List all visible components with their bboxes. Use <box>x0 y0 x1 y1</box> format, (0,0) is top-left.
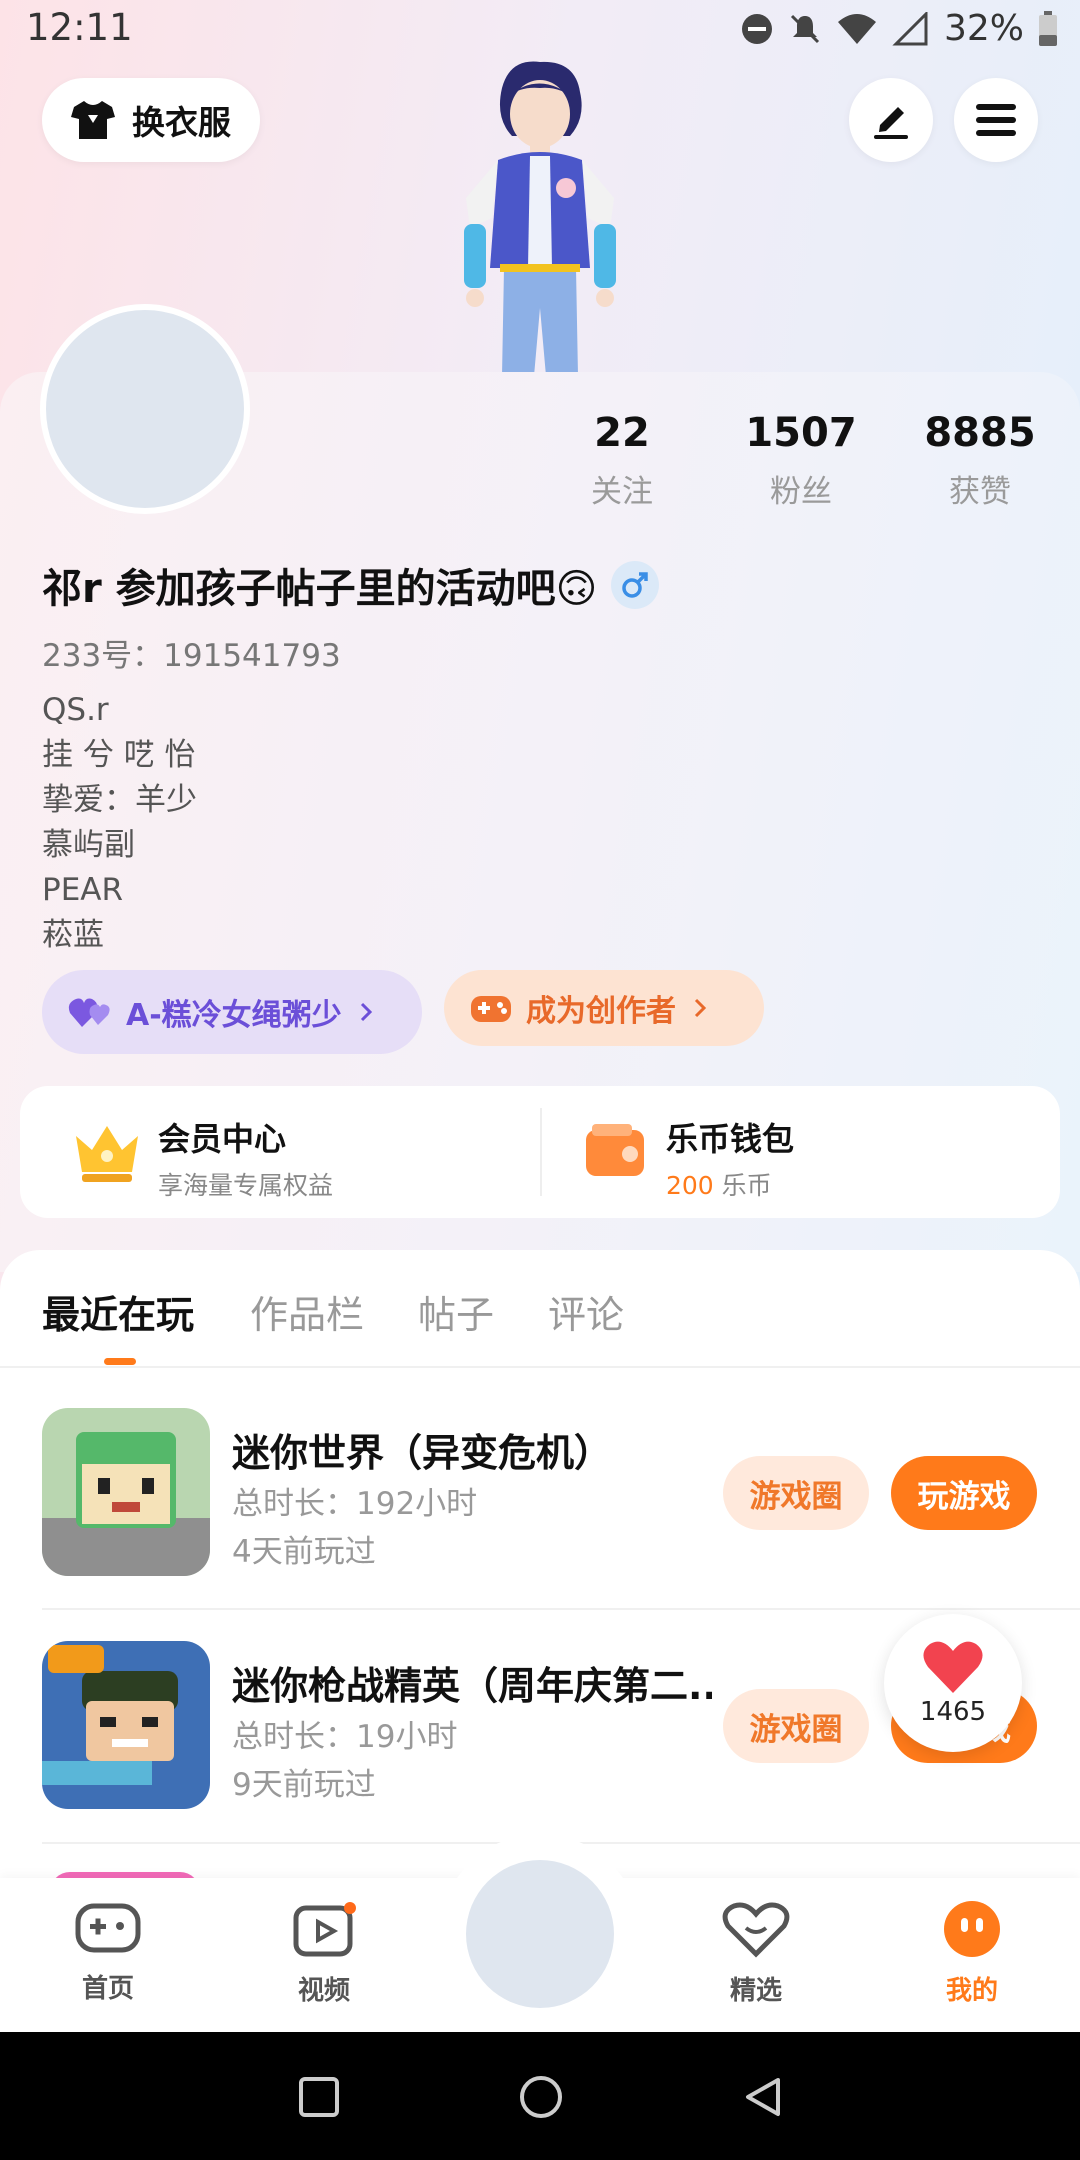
nav-mine[interactable]: 我的 <box>902 1900 1042 2007</box>
recents-icon[interactable] <box>298 2076 340 2118</box>
tab-comments[interactable]: 评论 <box>548 1284 624 1339</box>
wallet-icon <box>584 1120 648 1184</box>
edit-button[interactable] <box>849 78 933 162</box>
status-bar: 12:11 32% <box>0 0 1080 62</box>
username-row: 祁r 参加孩子帖子里的活动吧🙃 <box>42 556 660 614</box>
gamepad-icon <box>471 996 511 1022</box>
wallet-amount: 200 <box>666 1171 714 1200</box>
edit-icon <box>874 107 908 139</box>
game-circle-button[interactable]: 游戏圈 <box>723 1689 869 1763</box>
game-title: 迷你枪战精英（周年庆第二... <box>232 1664 712 1708</box>
wallet[interactable]: 乐币钱包 200 乐币 <box>666 1114 794 1202</box>
bio-line: QS.r <box>42 692 109 728</box>
game-duration: 总时长：19小时 <box>232 1719 458 1755</box>
game-thumbnail <box>42 1408 210 1576</box>
username: 祁r 参加孩子帖子里的活动吧🙃 <box>42 566 598 612</box>
avatar[interactable] <box>40 304 250 514</box>
avatar-character <box>464 61 616 376</box>
home-circle-icon[interactable] <box>518 2074 564 2120</box>
tab-active-indicator <box>104 1358 136 1365</box>
status-time: 12:11 <box>26 6 133 49</box>
relationship-tag[interactable]: A-糕冷女绳粥少 <box>42 970 422 1054</box>
home-icon <box>75 1903 141 1953</box>
wifi-icon <box>837 13 876 44</box>
vip-wallet-card: 会员中心 享海量专属权益 乐币钱包 200 乐币 <box>20 1086 1060 1218</box>
wallet-unit: 乐币 <box>721 1171 772 1200</box>
user-id: 233号：191541793 <box>42 638 341 674</box>
battery-percent: 32% <box>943 8 1024 49</box>
nav-label: 我的 <box>945 1976 998 2006</box>
stat-likes[interactable]: 8885 获赞 <box>895 410 1065 511</box>
stat-followers[interactable]: 1507 粉丝 <box>716 410 886 511</box>
tab-recent[interactable]: 最近在玩 <box>42 1284 194 1339</box>
bio-line: 挂 兮 呓 怡 <box>42 737 196 773</box>
menu-icon <box>976 104 1016 136</box>
vip-title: 会员中心 <box>158 1120 287 1158</box>
become-creator-label: 成为创作者 <box>526 994 676 1029</box>
bio-line: 菘蓝 <box>42 917 104 953</box>
bio: QS.r 挂 兮 呓 怡 挚爱：羊少 慕屿副 PEAR 菘蓝 <box>42 688 197 958</box>
heart-pair-icon <box>68 998 110 1027</box>
system-nav-bar <box>0 2032 1080 2160</box>
mine-icon <box>944 1901 1000 1957</box>
nav-video[interactable]: 视频 <box>254 1900 394 2007</box>
game-title: 迷你世界（异变危机） <box>232 1431 613 1475</box>
tab-posts[interactable]: 帖子 <box>418 1284 494 1339</box>
stat-following[interactable]: 22 关注 <box>537 410 707 511</box>
featured-icon <box>722 1902 790 1958</box>
wallet-balance: 200 乐币 <box>666 1166 794 1202</box>
nav-label: 精选 <box>729 1976 782 2006</box>
battery-icon <box>1039 10 1057 46</box>
like-count: 1465 <box>919 1697 987 1727</box>
row-divider <box>42 1608 1080 1610</box>
menu-button[interactable] <box>954 78 1038 162</box>
video-icon <box>293 1902 356 1957</box>
chevron-right-icon <box>360 1002 372 1022</box>
chevron-right-icon <box>694 998 707 1018</box>
stat-label: 获赞 <box>949 474 1011 510</box>
vip-divider <box>540 1108 542 1196</box>
stat-number: 8885 <box>924 410 1036 456</box>
signal-icon <box>892 11 928 45</box>
become-creator-button[interactable]: 成为创作者 <box>444 970 764 1046</box>
tab-works[interactable]: 作品栏 <box>250 1284 364 1339</box>
bio-line: 挚爱：羊少 <box>42 782 197 818</box>
nav-home[interactable]: 首页 <box>38 1900 178 2005</box>
bio-line: 慕屿副 <box>42 827 135 863</box>
game-row[interactable]: 迷你世界（异变危机） 总时长：192小时 4天前玩过 游戏圈 玩游戏 <box>0 1408 1080 1640</box>
stat-number: 22 <box>594 410 650 456</box>
vip-subtitle: 享海量专属权益 <box>158 1171 334 1200</box>
relationship-tag-label: A-糕冷女绳粥少 <box>126 998 342 1033</box>
shirt-icon <box>71 101 115 139</box>
play-game-button[interactable]: 玩游戏 <box>891 1456 1037 1530</box>
game-last-played: 4天前玩过 <box>232 1534 376 1570</box>
dnd-icon <box>741 13 772 44</box>
stat-label: 关注 <box>591 474 653 510</box>
game-circle-button[interactable]: 游戏圈 <box>723 1456 869 1530</box>
nav-center-button[interactable] <box>466 1860 614 2008</box>
nav-label: 首页 <box>81 1974 134 2004</box>
game-duration: 总时长：192小时 <box>232 1486 478 1522</box>
tab-divider <box>0 1366 1080 1368</box>
outfit-label: 换衣服 <box>132 103 231 142</box>
bio-line: PEAR <box>42 872 124 908</box>
wallet-title: 乐币钱包 <box>666 1120 795 1158</box>
stat-label: 粉丝 <box>770 474 832 510</box>
vip-center[interactable]: 会员中心 享海量专属权益 <box>158 1114 333 1202</box>
nav-label: 视频 <box>297 1976 350 2006</box>
like-bubble[interactable]: 1465 <box>884 1614 1022 1752</box>
heart-icon <box>923 1641 983 1693</box>
mute-icon <box>790 14 820 43</box>
nav-featured[interactable]: 精选 <box>686 1900 826 2007</box>
stat-number: 1507 <box>745 410 857 456</box>
game-thumbnail <box>42 1641 210 1809</box>
status-icons: 32% <box>740 8 1058 49</box>
outfit-button[interactable]: 换衣服 <box>42 78 260 162</box>
gender-male-icon <box>611 561 660 609</box>
back-icon[interactable] <box>742 2076 784 2118</box>
crown-icon <box>72 1120 142 1188</box>
game-last-played: 9天前玩过 <box>232 1767 376 1803</box>
